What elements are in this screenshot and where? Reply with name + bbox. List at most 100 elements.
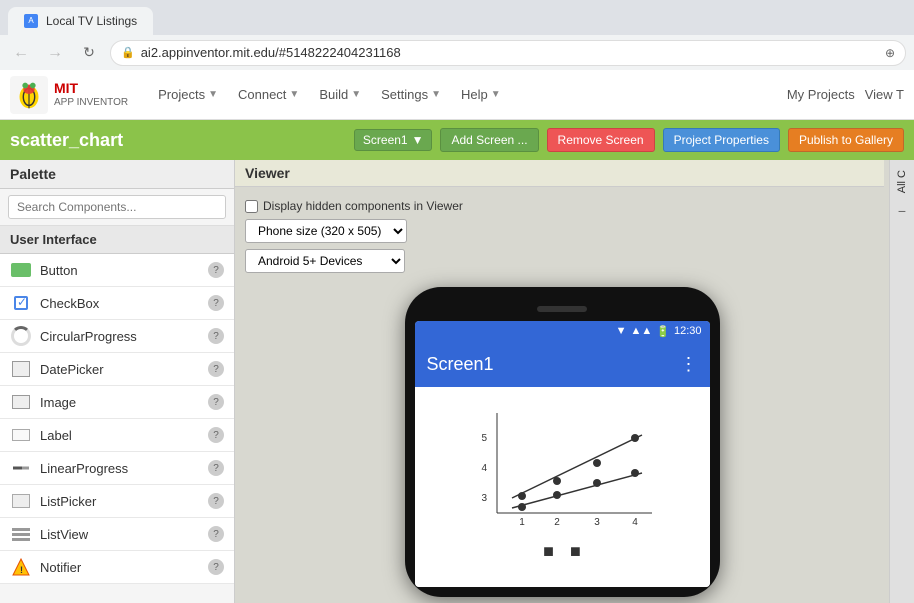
project-properties-button[interactable]: Project Properties — [663, 128, 780, 152]
nav-connect-arrow: ▼ — [289, 89, 299, 100]
svg-text:3: 3 — [594, 517, 600, 528]
wifi-icon: ▼ — [616, 325, 627, 337]
all-components-button[interactable]: All C — [894, 164, 910, 199]
linear-progress-icon — [10, 457, 32, 479]
nav-settings[interactable]: Settings ▼ — [371, 81, 451, 108]
palette-item-circular-progress[interactable]: CircularProgress ? — [0, 320, 234, 353]
label-icon — [10, 424, 32, 446]
browser-toolbar: ← → ↻ 🔒 ai2.appinventor.mit.edu/#5148222… — [0, 35, 914, 70]
svg-text:5: 5 — [481, 433, 487, 444]
svg-text:!: ! — [20, 565, 23, 575]
reload-button[interactable]: ↻ — [76, 40, 102, 66]
view-tour-link[interactable]: View T — [865, 87, 904, 102]
palette-item-listview[interactable]: ListView ? — [0, 518, 234, 551]
palette: Palette User Interface Button ? CheckBox… — [0, 160, 235, 603]
notifier-help[interactable]: ? — [208, 559, 224, 575]
button-help[interactable]: ? — [208, 262, 224, 278]
svg-text:4: 4 — [632, 517, 638, 528]
tab-bar: A Local TV Listings — [0, 0, 914, 35]
nav-help[interactable]: Help ▼ — [451, 81, 511, 108]
nav-help-arrow: ▼ — [491, 89, 501, 100]
mit-text: MIT — [54, 81, 128, 96]
main-layout: Palette User Interface Button ? CheckBox… — [0, 160, 914, 603]
viewer: Viewer Display hidden components in View… — [235, 160, 889, 603]
more-options-icon: ⋮ — [680, 354, 698, 375]
palette-item-linear-progress[interactable]: LinearProgress ? — [0, 452, 234, 485]
search-input[interactable] — [8, 195, 226, 219]
image-help[interactable]: ? — [208, 394, 224, 410]
listview-icon — [10, 523, 32, 545]
url-text: ai2.appinventor.mit.edu/#514822240423116… — [141, 45, 879, 60]
nav-right: My Projects View T — [787, 87, 904, 102]
phone-speaker — [537, 306, 587, 312]
palette-item-notifier[interactable]: ! Notifier ? — [0, 551, 234, 584]
clock: 12:30 — [674, 325, 702, 337]
address-bar[interactable]: 🔒 ai2.appinventor.mit.edu/#5148222404231… — [110, 40, 906, 66]
palette-item-button[interactable]: Button ? — [0, 254, 234, 287]
circular-progress-help[interactable]: ? — [208, 328, 224, 344]
add-screen-button[interactable]: Add Screen ... — [440, 128, 538, 152]
forward-button[interactable]: → — [42, 40, 68, 66]
label-help[interactable]: ? — [208, 427, 224, 443]
app-inventor-text: APP INVENTOR — [54, 97, 128, 108]
android-version-select[interactable]: Android 5+ Devices — [245, 249, 405, 273]
listpicker-label: ListPicker — [40, 494, 208, 509]
listpicker-help[interactable]: ? — [208, 493, 224, 509]
mit-logo: MIT APP INVENTOR — [10, 76, 128, 114]
scatter-chart-svg: 5 4 3 1 2 3 4 — [457, 403, 667, 533]
palette-item-listpicker[interactable]: ListPicker ? — [0, 485, 234, 518]
display-hidden-checkbox[interactable] — [245, 200, 258, 213]
listview-label: ListView — [40, 527, 208, 542]
remove-screen-button[interactable]: Remove Screen — [547, 128, 655, 152]
svg-text:1: 1 — [519, 517, 525, 528]
checkbox-icon — [10, 292, 32, 314]
notifier-icon: ! — [10, 556, 32, 578]
datepicker-help[interactable]: ? — [208, 361, 224, 377]
collapse-icon[interactable]: − — [898, 203, 906, 219]
phone-size-select[interactable]: Phone size (320 x 505) — [245, 219, 407, 243]
phone-wrap: ▼ ▲▲ 🔋 12:30 Screen1 ⋮ — [405, 287, 720, 597]
nav-projects-arrow: ▼ — [208, 89, 218, 100]
nav-build-arrow: ▼ — [351, 89, 361, 100]
screen-selector-label: Screen1 — [363, 133, 408, 147]
circular-progress-icon — [10, 325, 32, 347]
linear-progress-label: LinearProgress — [40, 461, 208, 476]
checkbox-help[interactable]: ? — [208, 295, 224, 311]
screen-selector-arrow: ▼ — [412, 133, 424, 147]
listpicker-icon — [10, 490, 32, 512]
button-label: Button — [40, 263, 208, 278]
phone-app-bar: Screen1 ⋮ — [415, 341, 710, 387]
palette-item-checkbox[interactable]: CheckBox ? — [0, 287, 234, 320]
viewer-controls: Display hidden components in Viewer Phon… — [245, 199, 879, 273]
back-button[interactable]: ← — [8, 40, 34, 66]
palette-item-label[interactable]: Label ? — [0, 419, 234, 452]
viewer-header: Viewer — [235, 160, 884, 187]
phone-mockup: ▼ ▲▲ 🔋 12:30 Screen1 ⋮ — [405, 287, 720, 597]
display-hidden-label[interactable]: Display hidden components in Viewer — [245, 199, 463, 213]
main-nav: Projects ▼ Connect ▼ Build ▼ Settings ▼ … — [148, 81, 787, 108]
listview-help[interactable]: ? — [208, 526, 224, 542]
phone-size-row: Phone size (320 x 505) — [245, 219, 879, 243]
nav-build[interactable]: Build ▼ — [309, 81, 371, 108]
tab-title: Local TV Listings — [46, 14, 137, 28]
palette-item-image[interactable]: Image ? — [0, 386, 234, 419]
project-name: scatter_chart — [10, 130, 346, 151]
my-projects-link[interactable]: My Projects — [787, 87, 855, 102]
linear-progress-help[interactable]: ? — [208, 460, 224, 476]
nav-projects[interactable]: Projects ▼ — [148, 81, 228, 108]
nav-settings-arrow: ▼ — [431, 89, 441, 100]
nav-connect[interactable]: Connect ▼ — [228, 81, 309, 108]
logo-icon — [10, 76, 48, 114]
browser-tab[interactable]: A Local TV Listings — [8, 7, 153, 35]
screen-selector[interactable]: Screen1 ▼ — [354, 129, 433, 151]
nav-projects-label: Projects — [158, 87, 205, 102]
label-label: Label — [40, 428, 208, 443]
palette-search — [0, 189, 234, 226]
palette-item-datepicker[interactable]: DatePicker ? — [0, 353, 234, 386]
phone-top — [415, 297, 710, 321]
battery-icon: 🔋 — [656, 325, 670, 338]
publish-gallery-button[interactable]: Publish to Gallery — [788, 128, 904, 152]
browser-chrome: A Local TV Listings ← → ↻ 🔒 ai2.appinven… — [0, 0, 914, 70]
phone-screen: ▼ ▲▲ 🔋 12:30 Screen1 ⋮ — [415, 321, 710, 587]
nav-connect-label: Connect — [238, 87, 286, 102]
